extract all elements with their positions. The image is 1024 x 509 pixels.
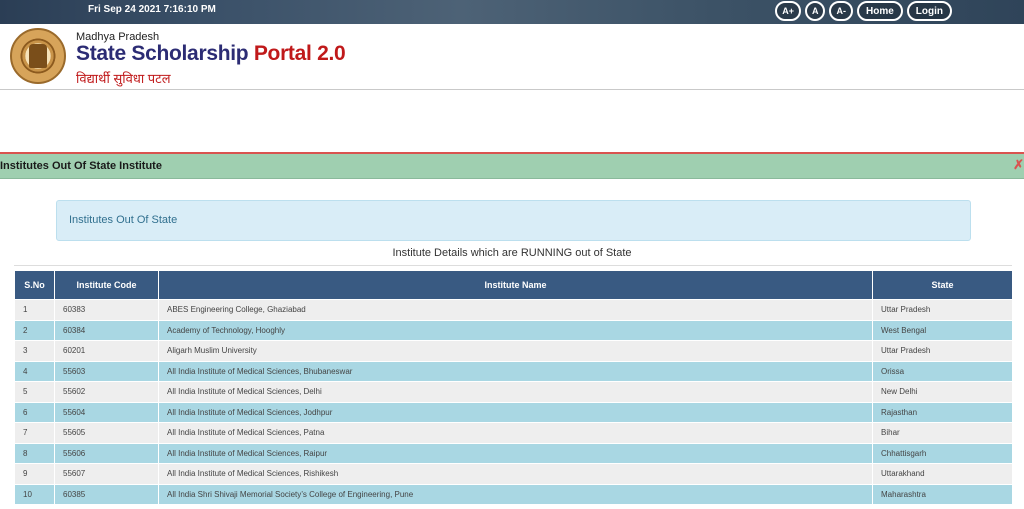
mp-emblem-logo — [10, 28, 66, 84]
cell-state: Uttar Pradesh — [872, 340, 1013, 362]
cell-state: Uttar Pradesh — [872, 299, 1013, 321]
login-button[interactable]: Login — [906, 1, 952, 21]
top-controls: A+ A A- Home Login — [775, 1, 952, 21]
table-row: 3 60201 Aligarh Muslim University Uttar … — [14, 340, 1013, 362]
cell-sno: 1 — [14, 299, 55, 321]
cell-institute-code: 60201 — [54, 340, 159, 362]
table-row: 6 55604 All India Institute of Medical S… — [14, 401, 1013, 423]
cell-institute-code: 55605 — [54, 422, 159, 444]
column-header-sno[interactable]: S.No — [14, 270, 55, 300]
home-button[interactable]: Home — [856, 1, 903, 21]
cell-sno: 2 — [14, 319, 55, 341]
cell-sno: 6 — [14, 401, 55, 423]
column-header-institute-name[interactable]: Institute Name — [158, 270, 873, 300]
cell-institute-name: ABES Engineering College, Ghaziabad — [158, 299, 873, 321]
column-header-state[interactable]: State — [872, 270, 1013, 300]
cell-state: Orissa — [872, 360, 1013, 382]
cell-institute-name: All India Institute of Medical Sciences,… — [158, 381, 873, 403]
table-row: 5 55602 All India Institute of Medical S… — [14, 381, 1013, 403]
cell-institute-name: All India Institute of Medical Sciences,… — [158, 401, 873, 423]
cell-state: West Bengal — [872, 319, 1013, 341]
table-row: 2 60384 Academy of Technology, Hooghly W… — [14, 319, 1013, 341]
section-header: Institutes Out Of State Institute ✗ — [0, 152, 1024, 179]
cell-institute-code: 55603 — [54, 360, 159, 382]
close-icon[interactable]: ✗ — [1013, 157, 1024, 173]
table-row: 8 55606 All India Institute of Medical S… — [14, 442, 1013, 464]
font-decrease-button[interactable]: A- — [829, 1, 853, 21]
cell-institute-code: 55606 — [54, 442, 159, 464]
cell-sno: 7 — [14, 422, 55, 444]
cell-institute-name: Aligarh Muslim University — [158, 340, 873, 362]
cell-institute-name: All India Institute of Medical Sciences,… — [158, 442, 873, 464]
font-normal-button[interactable]: A — [804, 1, 826, 21]
brand-title: State Scholarship Portal 2.0 — [76, 42, 346, 66]
table-row: 10 60385 All India Shri Shivaji Memorial… — [14, 483, 1013, 505]
cell-institute-code: 60384 — [54, 319, 159, 341]
cell-sno: 4 — [14, 360, 55, 382]
cell-institute-name: All India Shri Shivaji Memorial Society’… — [158, 483, 873, 505]
cell-sno: 3 — [14, 340, 55, 362]
cell-institute-code: 55604 — [54, 401, 159, 423]
cell-institute-code: 60383 — [54, 299, 159, 321]
cell-sno: 9 — [14, 463, 55, 485]
caption-divider — [14, 265, 1012, 266]
institutes-table: S.No Institute Code Institute Name State… — [14, 270, 1013, 505]
cell-sno: 5 — [14, 381, 55, 403]
cell-state: Maharashtra — [872, 483, 1013, 505]
table-caption: Institute Details which are RUNNING out … — [392, 247, 632, 259]
brand-title-accent: Portal 2.0 — [253, 42, 346, 65]
cell-institute-code: 55602 — [54, 381, 159, 403]
cell-sno: 10 — [14, 483, 55, 505]
table-row: 9 55607 All India Institute of Medical S… — [14, 463, 1013, 485]
brand-title-main: State Scholarship — [76, 42, 254, 65]
info-panel: Institutes Out Of State — [56, 200, 971, 241]
cell-institute-name: All India Institute of Medical Sciences,… — [158, 463, 873, 485]
cell-state: Bihar — [872, 422, 1013, 444]
brand-hindi-tagline: विद्यार्थी सुविधा पटल — [76, 71, 171, 86]
table-header-row: S.No Institute Code Institute Name State — [14, 270, 1013, 300]
section-title: Institutes Out Of State Institute — [0, 160, 162, 172]
cell-institute-name: All India Institute of Medical Sciences,… — [158, 360, 873, 382]
cell-institute-code: 60385 — [54, 483, 159, 505]
top-bar: Fri Sep 24 2021 7:16:10 PM A+ A A- Home … — [0, 0, 1024, 24]
table-row: 1 60383 ABES Engineering College, Ghazia… — [14, 299, 1013, 321]
cell-state: Uttarakhand — [872, 463, 1013, 485]
table-row: 4 55603 All India Institute of Medical S… — [14, 360, 1013, 382]
cell-state: Chhattisgarh — [872, 442, 1013, 464]
cell-institute-name: All India Institute of Medical Sciences,… — [158, 422, 873, 444]
cell-institute-code: 55607 — [54, 463, 159, 485]
cell-state: Rajasthan — [872, 401, 1013, 423]
cell-state: New Delhi — [872, 381, 1013, 403]
cell-institute-name: Academy of Technology, Hooghly — [158, 319, 873, 341]
cell-sno: 8 — [14, 442, 55, 464]
info-panel-text: Institutes Out Of State — [69, 214, 178, 226]
table-row: 7 55605 All India Institute of Medical S… — [14, 422, 1013, 444]
column-header-institute-code[interactable]: Institute Code — [54, 270, 159, 300]
site-header: Madhya Pradesh State Scholarship Portal … — [0, 24, 1024, 90]
datetime: Fri Sep 24 2021 7:16:10 PM — [88, 4, 216, 15]
font-increase-button[interactable]: A+ — [775, 1, 801, 21]
